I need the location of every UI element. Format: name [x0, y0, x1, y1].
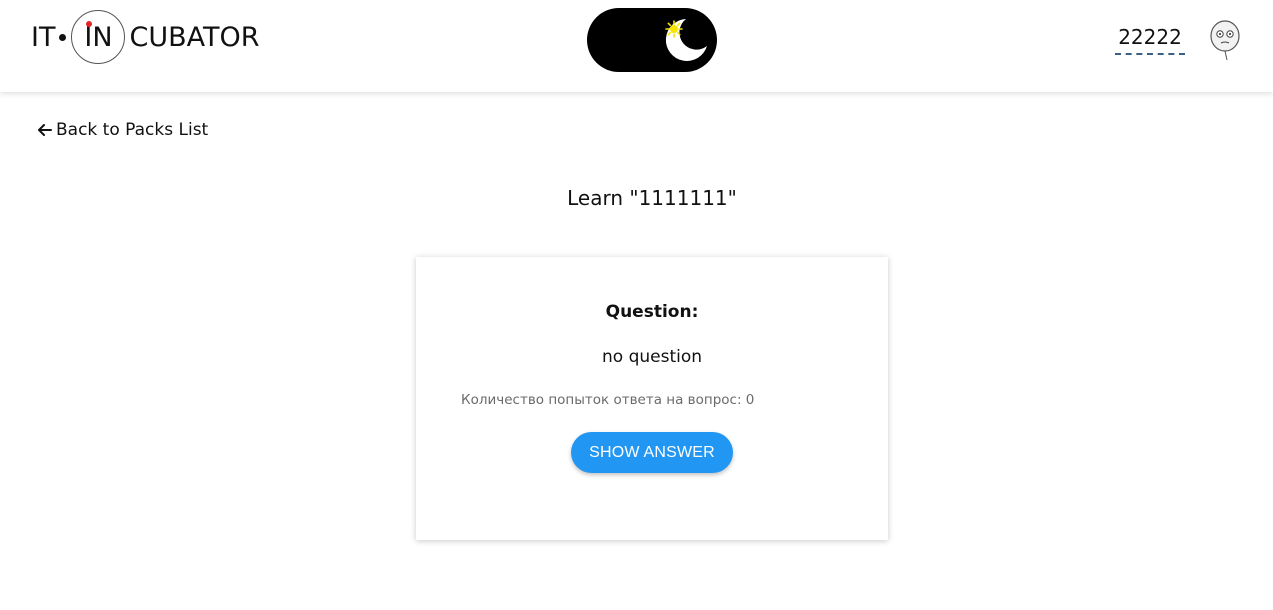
show-answer-button[interactable]: SHOW ANSWER [571, 432, 733, 473]
back-to-packs-link[interactable]: Back to Packs List [36, 118, 208, 142]
question-text: no question [601, 347, 703, 367]
logo-text-cubator: CUBATOR [129, 21, 260, 53]
theme-toggle[interactable] [587, 8, 717, 72]
learn-card: Question: no question Количество попыток… [416, 257, 888, 540]
moon-icon [665, 19, 707, 61]
user-name[interactable]: 22222 [1115, 23, 1185, 55]
page-title: Learn "1111111" [567, 186, 737, 210]
logo-circle: IN [71, 10, 126, 64]
back-link-label: Back to Packs List [56, 120, 209, 140]
arrow-left-icon [38, 124, 52, 136]
sun-icon [665, 20, 683, 38]
logo-dot [59, 33, 67, 41]
logo-text-it: IT [31, 21, 56, 53]
question-label: Question: [605, 302, 699, 322]
logo[interactable]: IT IN CUBATOR [31, 9, 260, 65]
avatar-face-icon[interactable] [1208, 19, 1244, 61]
app-header: IT IN CUBATOR 22222 [0, 0, 1273, 92]
logo-text-in: IN [84, 21, 113, 53]
attempts-count: Количество попыток ответа на вопрос: 0 [461, 392, 755, 408]
